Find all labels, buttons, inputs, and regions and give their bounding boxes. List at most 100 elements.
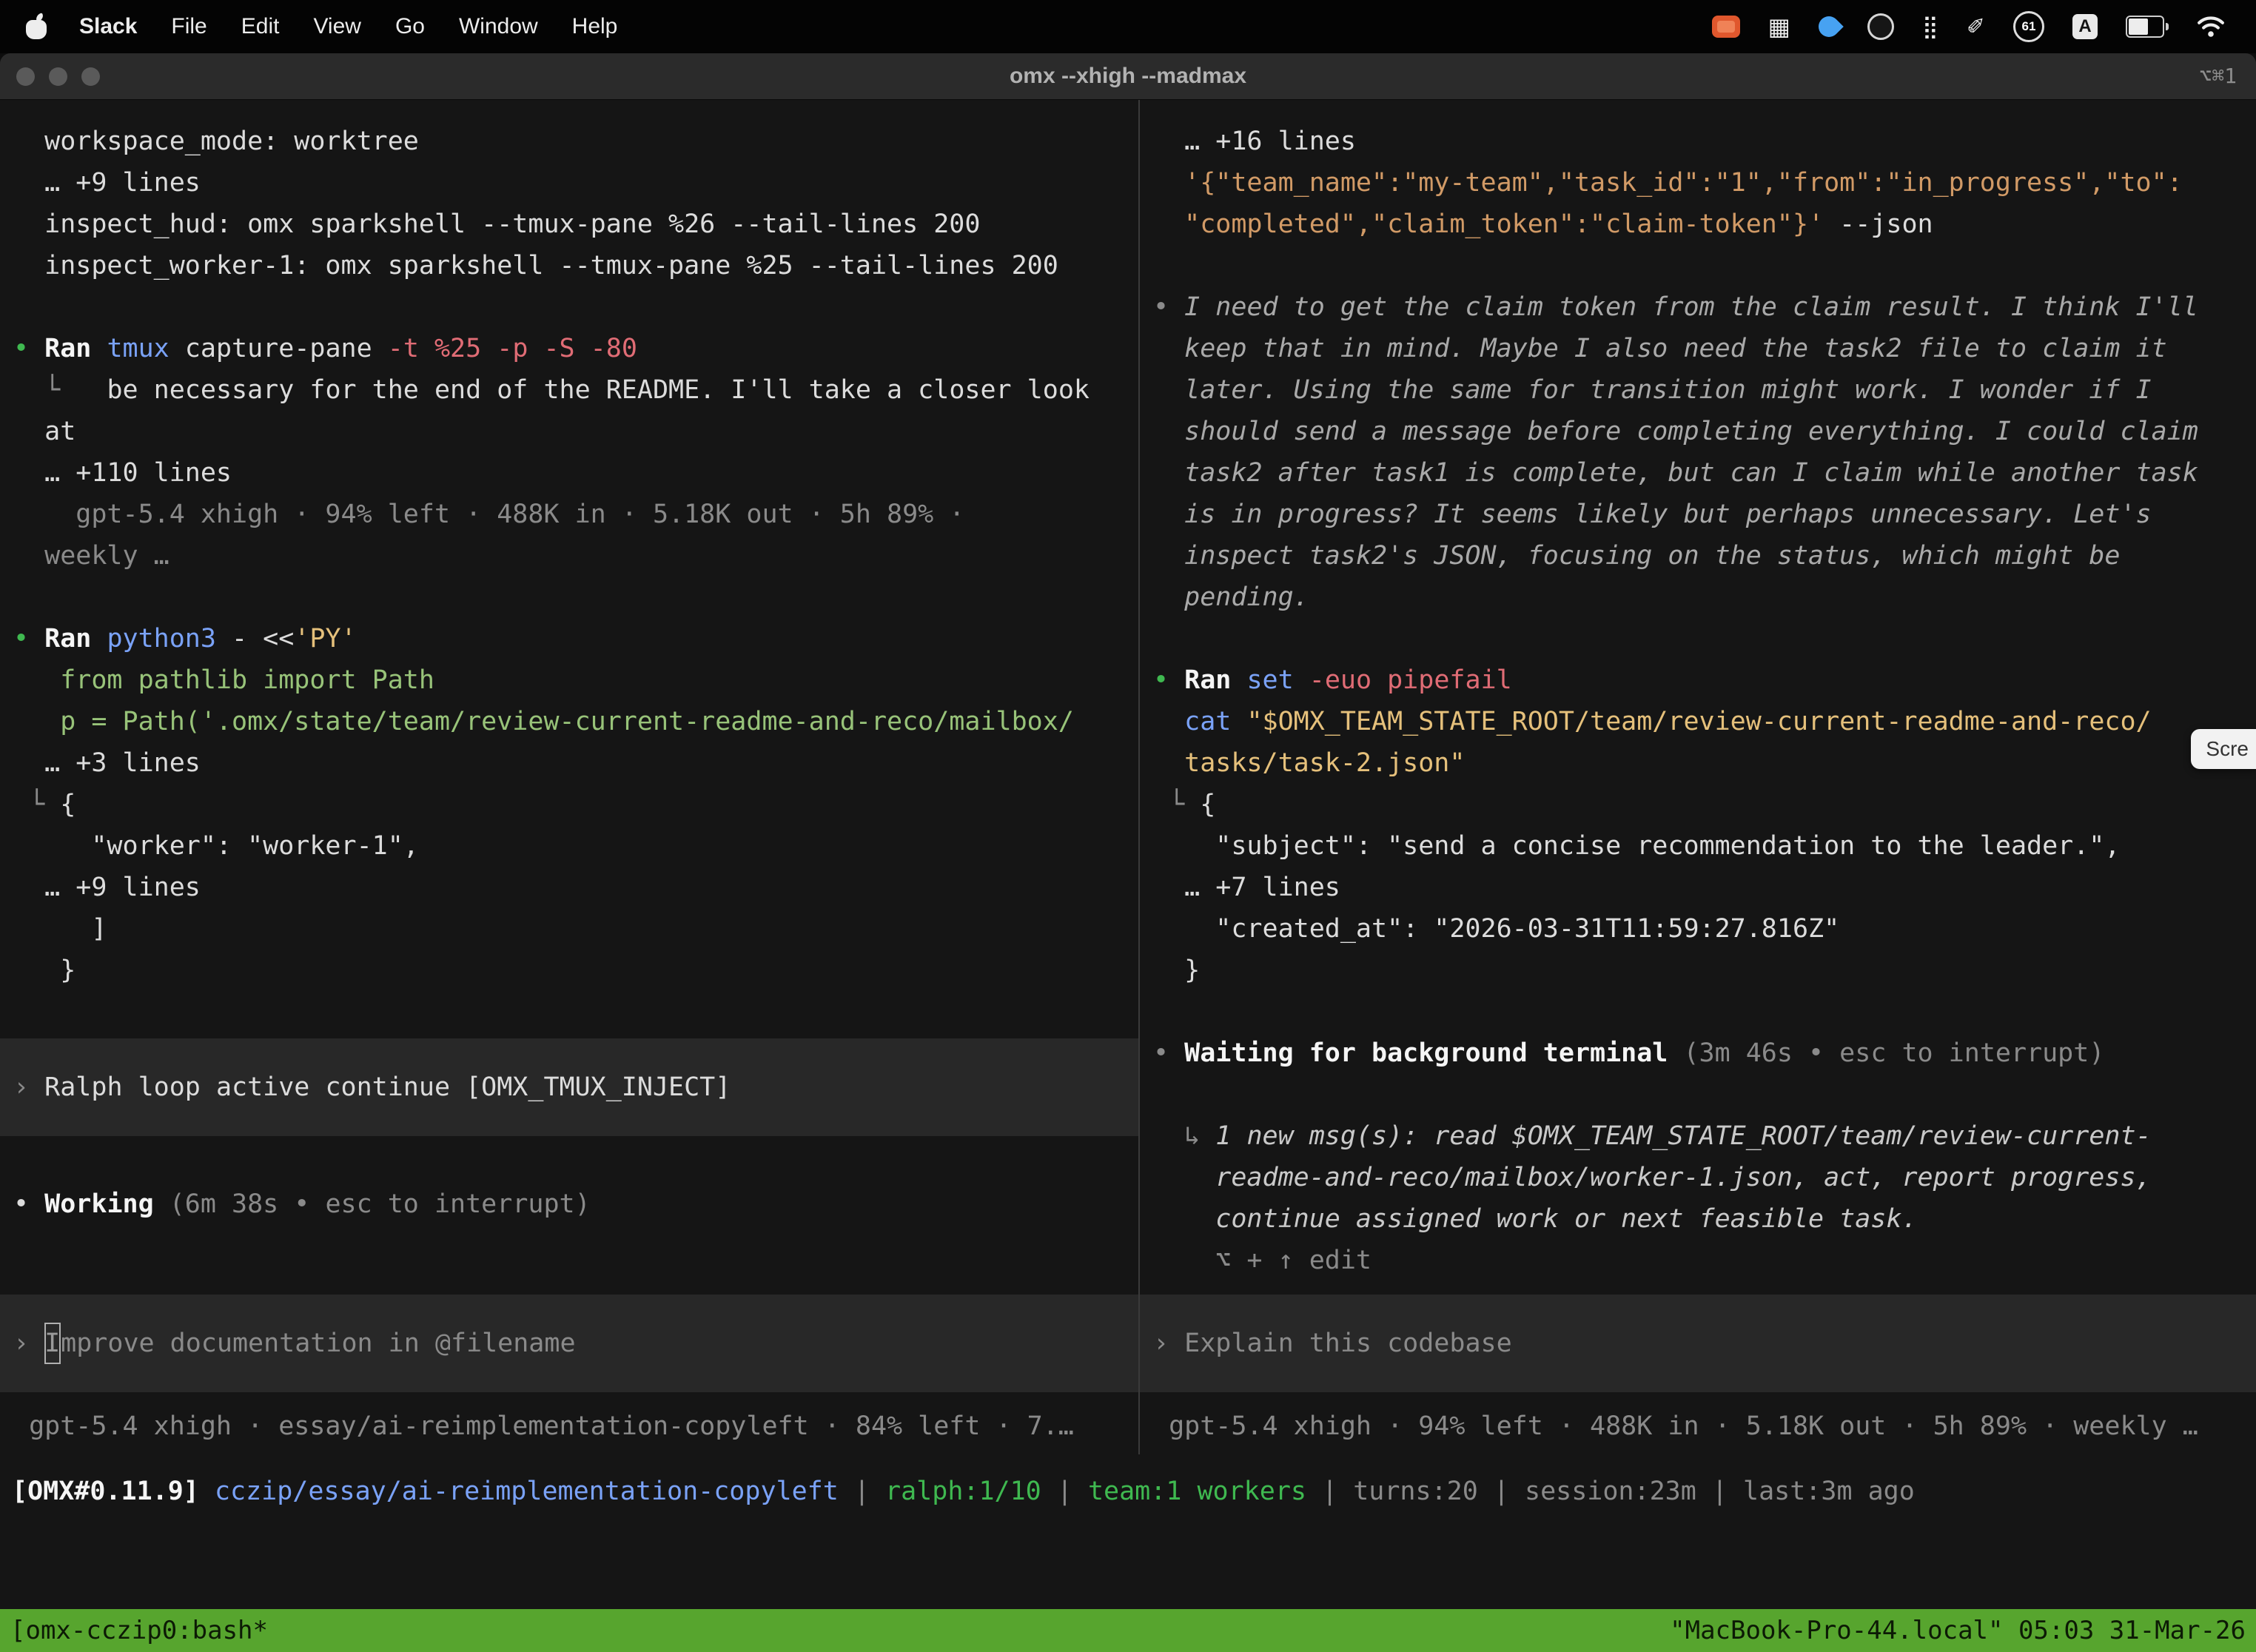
terminal-line: gpt-5.4 xhigh · 94% left · 488K in · 5.1… (0, 494, 1138, 535)
tmux-status-bar: [omx-cczip0:bash* "MacBook-Pro-44.local"… (0, 1609, 2256, 1652)
text-segment: … +16 lines (1153, 127, 1356, 156)
left-prompt-input[interactable]: › Improve documentation in @filename (0, 1295, 1138, 1392)
text-segment: (6m 38s • esc to interrupt) (169, 1189, 591, 1219)
terminal-line: … +9 lines (0, 162, 1138, 204)
terminal-line: "completed","claim_token":"claim-token"}… (1140, 204, 2256, 245)
text-segment: tmux (107, 334, 184, 363)
menu-bar-status-icons: ▦ ⣿ ✐ 61 A (1712, 11, 2238, 42)
terminal-line: … +3 lines (0, 742, 1138, 784)
text-segment: └ (13, 375, 107, 405)
right-pane-footer: gpt-5.4 xhigh · 94% left · 488K in · 5.1… (1140, 1406, 2256, 1447)
text-segment: workspace_mode: worktree (13, 127, 419, 156)
right-terminal-pane[interactable]: … +16 lines '{"team_name":"my-team","tas… (1140, 100, 2256, 1454)
window-title: omx --xhigh --madmax (0, 53, 2256, 99)
terminal-line: inspect_hud: omx sparkshell --tmux-pane … (0, 204, 1138, 245)
text-segment: mprove documentation in @filename (61, 1329, 575, 1358)
text-segment: ] (13, 914, 107, 944)
text-segment: task2 after task1 is complete, but can I… (1153, 458, 2198, 488)
battery-icon[interactable] (2126, 16, 2169, 38)
omx-session-status-line: [OMX#0.11.9] cczip/essay/ai-reimplementa… (0, 1471, 2256, 1512)
left-pane-footer: gpt-5.4 xhigh · essay/ai-reimplementatio… (0, 1406, 1138, 1447)
text-segment: • (1153, 292, 1184, 322)
pen-icon[interactable]: ✐ (1967, 14, 1985, 40)
text-segment: } (13, 956, 75, 985)
circle-app-icon[interactable] (1867, 13, 1894, 40)
text-segment: └ (1153, 790, 1200, 819)
terminal-line: } (1140, 950, 2256, 991)
menu-window[interactable]: Window (459, 14, 538, 39)
text-segment: (3m 46s • esc to interrupt) (1683, 1038, 2104, 1068)
terminal-line: should send a message before completing … (1140, 411, 2256, 452)
battery-gauge-badge[interactable]: 61 (2013, 11, 2044, 42)
terminal-line: readme-and-reco/mailbox/worker-1.json, a… (1140, 1157, 2256, 1198)
terminal-line: '{"team_name":"my-team","task_id":"1","f… (1140, 162, 2256, 204)
menu-file[interactable]: File (171, 14, 207, 39)
terminal-line: cat "$OMX_TEAM_STATE_ROOT/team/review-cu… (1140, 701, 2256, 742)
text-segment: 'PY' (294, 624, 356, 654)
text-segment: continue assigned work or next feasible … (1153, 1204, 1918, 1234)
text-segment: tasks/task-2.json" (1153, 748, 1465, 778)
left-terminal-pane[interactable]: workspace_mode: worktree … +9 lines insp… (0, 100, 1140, 1454)
terminal-line (0, 577, 1138, 618)
terminal-line (1140, 245, 2256, 286)
text-segment: - << (232, 624, 294, 654)
grid-icon[interactable]: ▦ (1768, 13, 1790, 41)
text-segment: | (1478, 1477, 1525, 1506)
text-segment: session:23m (1525, 1477, 1696, 1506)
text-segment: should send a message before completing … (1153, 417, 2198, 446)
apple-menu-icon[interactable] (25, 14, 47, 39)
zoom-button[interactable] (81, 67, 100, 86)
text-segment: -euo pipefail (1309, 665, 1512, 695)
terminal-line: "worker": "worker-1", (0, 825, 1138, 867)
text-segment: Waiting for background terminal (1184, 1038, 1683, 1068)
text-segment: later. Using the same for transition mig… (1153, 375, 2152, 405)
terminal-line: at (0, 411, 1138, 452)
menu-slack[interactable]: Slack (79, 14, 137, 39)
ralph-inject-band: › Ralph loop active continue [OMX_TMUX_I… (0, 1038, 1138, 1136)
wifi-icon[interactable] (2197, 16, 2225, 38)
window-title-bar[interactable]: omx --xhigh --madmax ⌥⌘1 (0, 53, 2256, 100)
text-segment: "created_at": "2026-03-31T11:59:27.816Z" (1153, 914, 1839, 944)
text-segment: from pathlib import Path (13, 665, 434, 695)
text-segment: capture-pane (185, 334, 388, 363)
minimize-button[interactable] (49, 67, 67, 86)
close-button[interactable] (16, 67, 35, 86)
terminal-line: • Waiting for background terminal (3m 46… (1140, 1032, 2256, 1074)
text-segment: … +110 lines (13, 458, 232, 488)
text-segment: › (13, 1072, 44, 1102)
menu-help[interactable]: Help (572, 14, 618, 39)
text-segment: I (44, 1323, 61, 1364)
menu-edit[interactable]: Edit (241, 14, 280, 39)
text-segment: … +7 lines (1153, 873, 1340, 902)
terminal-line: › Explain this codebase (1153, 1323, 2243, 1364)
dots-grid-icon[interactable]: ⣿ (1922, 14, 1938, 40)
screen-recording-icon[interactable] (1712, 16, 1740, 38)
terminal-line: pending. (1140, 577, 2256, 618)
text-segment: inspect_worker-1: omx sparkshell --tmux-… (13, 251, 1058, 281)
spacer (0, 1142, 1138, 1183)
text-segment: keep that in mind. Maybe I also need the… (1153, 334, 2167, 363)
terminal-line: "subject": "send a concise recommendatio… (1140, 825, 2256, 867)
text-segment: └ (13, 790, 60, 819)
text-segment: inspect task2's JSON, focusing on the st… (1153, 541, 2120, 571)
text-segment: be necessary for the end of the README. … (107, 375, 1090, 405)
text-segment: -t %25 -p -S -80 (388, 334, 637, 363)
terminal-line (0, 991, 1138, 1032)
menu-go[interactable]: Go (395, 14, 425, 39)
swift-icon[interactable] (1814, 12, 1844, 41)
terminal-line: … +7 lines (1140, 867, 2256, 908)
text-segment: python3 (107, 624, 232, 654)
terminal-line: … +110 lines (0, 452, 1138, 494)
menu-view[interactable]: View (313, 14, 360, 39)
right-prompt-suggestion[interactable]: › Explain this codebase (1140, 1295, 2256, 1392)
terminal-line: ⌥ + ↑ edit (1140, 1240, 2256, 1281)
text-segment: '{"team_name":"my-team","task_id":"1","f… (1153, 168, 2183, 198)
terminal-line: tasks/task-2.json" (1140, 742, 2256, 784)
text-segment: • (13, 1189, 44, 1219)
tmux-window-shortcut-hint: ⌥⌘1 (2199, 53, 2237, 99)
input-source-icon[interactable]: A (2072, 14, 2098, 39)
text-segment: gpt-5.4 xhigh · 94% left · 488K in · 5.1… (1153, 1411, 2198, 1441)
terminal-line: from pathlib import Path (0, 659, 1138, 701)
text-segment: is in progress? It seems likely but perh… (1153, 500, 2152, 529)
text-segment: p = Path('.omx/state/team/review-current… (13, 707, 1074, 736)
